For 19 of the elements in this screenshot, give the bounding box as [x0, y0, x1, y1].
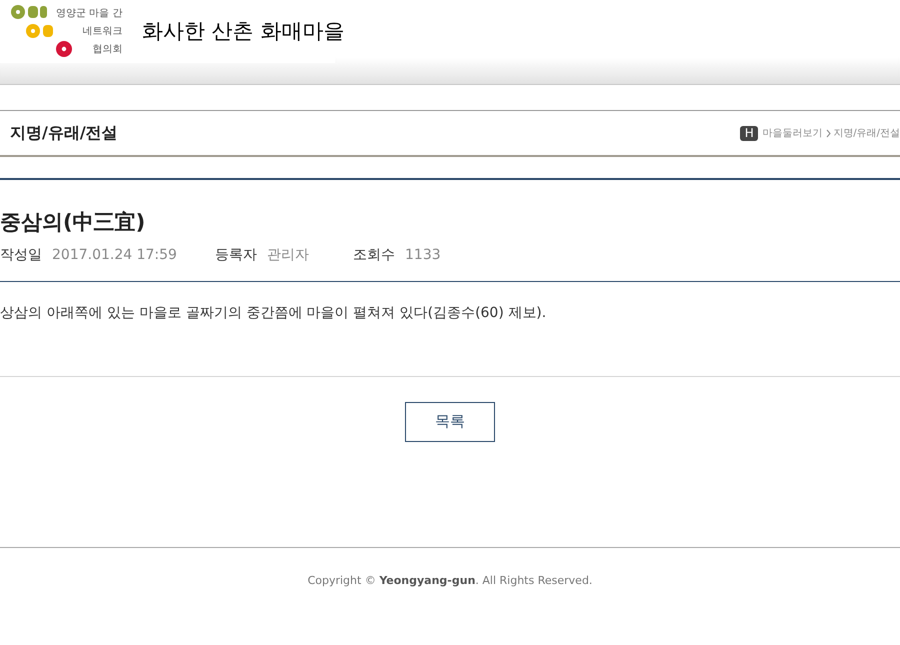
meta-label: 조회수	[353, 246, 395, 264]
logo-text: 협의회	[92, 42, 122, 56]
list-button[interactable]: 목록	[405, 402, 495, 442]
post-title: 중삼의(中三宜)	[0, 209, 146, 236]
chevron-icon	[826, 128, 832, 138]
meta-label: 작성일	[0, 246, 42, 264]
site-title: 화사한 산촌 화매마을	[142, 18, 344, 45]
meta-value: 2017.01.24 17:59	[52, 246, 177, 264]
logo-text: 영양군 마을 간	[56, 6, 122, 20]
breadcrumb-link[interactable]: 마을둘러보기	[762, 126, 822, 140]
meta-value: 1133	[405, 246, 441, 264]
meta-label: 등록자	[215, 246, 257, 264]
logo-text: 네트워크	[82, 24, 122, 38]
meta-value: 관리자	[267, 246, 309, 264]
section-title: 지명/유래/전설	[9, 122, 118, 144]
home-icon[interactable]: H	[740, 126, 758, 140]
copyright-text: Copyright © Yeongyang-gun. All Rights Reserved.	[306, 572, 594, 588]
post-body: 상삼의 아래쪽에 있는 마을로 골짜기의 중간쯤에 마을이 펼쳐져 있다(김종수(60) 제보).	[0, 304, 548, 322]
breadcrumb-link[interactable]: 지명/유래/전설	[833, 126, 900, 140]
